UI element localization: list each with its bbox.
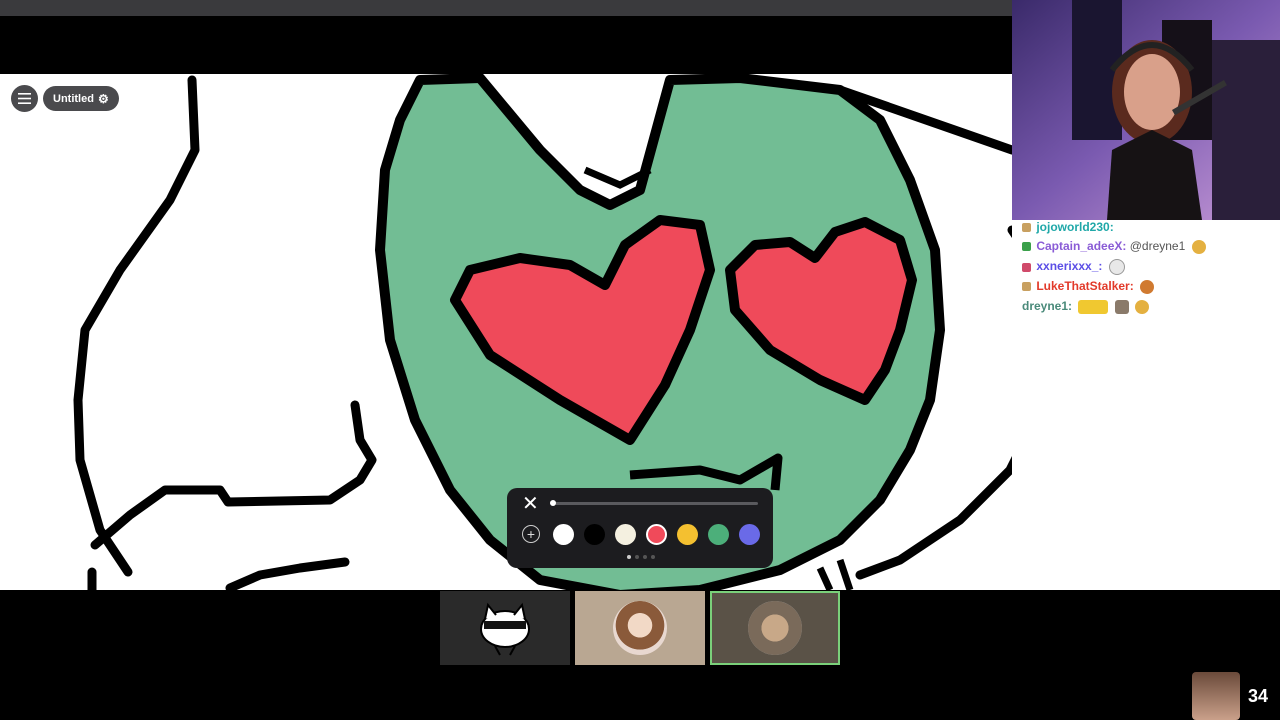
badge-icon (1022, 223, 1031, 233)
chat-username: xxnerixxx_: (1036, 259, 1103, 274)
avatar (613, 601, 667, 655)
gear-icon: ⚙ (97, 91, 109, 106)
viewer-count: 34 (1248, 685, 1269, 706)
chat-username: Captain_adeeX: (1036, 239, 1127, 253)
page-dot[interactable] (635, 555, 639, 559)
add-color-button[interactable]: + (522, 525, 540, 543)
color-swatch-cream[interactable] (615, 524, 636, 545)
browser-top-bar (0, 0, 1012, 16)
avatar (748, 601, 802, 655)
page-dots (627, 555, 655, 559)
chat-message: jojoworld230: (1022, 220, 1114, 234)
color-swatch-white[interactable] (553, 524, 574, 545)
stroke-left-vertical (73, 75, 200, 577)
chat-message: Captain_adeeX: @dreyne1 (1022, 239, 1206, 254)
color-swatch-red[interactable] (646, 524, 667, 545)
badge-icon (1022, 262, 1031, 272)
hamburger-menu-button[interactable] (11, 85, 38, 112)
badge-icon (1022, 242, 1031, 252)
emote-icon (1114, 299, 1129, 314)
chat-message: dreyne1: (1022, 299, 1150, 314)
streamer-webcam (1012, 0, 1280, 220)
color-swatch-black[interactable] (584, 524, 605, 545)
color-palette-toolbar: ✕ + (507, 488, 773, 568)
emote-icon (1135, 299, 1150, 314)
chat-username: jojoworld230: (1036, 220, 1114, 234)
participant-tile[interactable] (440, 591, 570, 665)
color-swatch-yellow[interactable] (677, 524, 698, 545)
close-icon[interactable]: ✕ (522, 494, 539, 514)
badge-icon (1022, 282, 1031, 292)
emote-icon (1191, 239, 1206, 254)
participant-tile[interactable] (575, 591, 705, 665)
drawing-chin-stroke (816, 558, 854, 590)
participant-strip (440, 591, 840, 665)
chat-message: xxnerixxx_: (1022, 259, 1125, 275)
drawing-canvas[interactable] (0, 74, 1012, 590)
cat-avatar-icon (480, 602, 530, 656)
brush-size-slider[interactable] (550, 500, 758, 506)
color-swatch-blue[interactable] (739, 524, 760, 545)
emote-icon (1108, 259, 1125, 275)
slider-knob[interactable] (550, 500, 556, 506)
page-dot[interactable] (651, 555, 655, 559)
stream-chat-overlay: jojoworld230: Captain_adeeX: @dreyne1 xx… (1012, 220, 1280, 590)
emote-icon (1078, 299, 1109, 314)
hamburger-icon (18, 93, 31, 104)
page-dot[interactable] (643, 555, 647, 559)
viewer-count-widget: 34 (1192, 672, 1268, 720)
stroke-bottom-curve (225, 557, 350, 590)
viewer-avatar (1192, 672, 1240, 720)
document-title: Untitled (53, 92, 94, 105)
participant-tile-active[interactable] (710, 591, 840, 665)
page-dot[interactable] (627, 555, 631, 559)
emote-icon (1140, 279, 1155, 294)
chat-username: dreyne1: (1022, 299, 1073, 313)
document-title-button[interactable]: Untitled ⚙ (43, 86, 119, 111)
chat-message: LukeThatStalker: (1022, 279, 1155, 294)
color-swatch-green[interactable] (708, 524, 729, 545)
chat-text: @dreyne1 (1129, 239, 1186, 253)
chat-username: LukeThatStalker: (1036, 279, 1134, 293)
stroke-left-arm (90, 400, 377, 550)
